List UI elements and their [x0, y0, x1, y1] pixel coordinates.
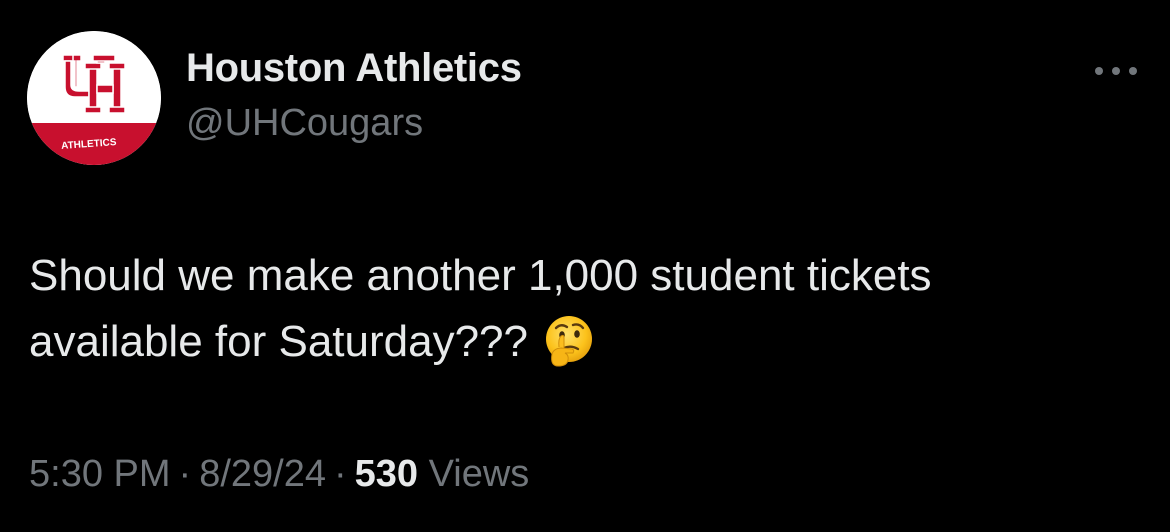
views-count[interactable]: 530: [355, 453, 418, 495]
tweet-text-line: available for Saturday???: [29, 309, 1129, 375]
user-handle[interactable]: @UHCougars: [186, 102, 423, 145]
tweet-date[interactable]: 8/29/24: [199, 453, 326, 495]
tweet-time[interactable]: 5:30 PM: [29, 453, 171, 495]
tweet-metadata: 5:30 PM · 8/29/24 · 530 Views: [29, 453, 529, 496]
tweet-text-line: Should we make another 1,000 student tic…: [29, 251, 932, 300]
display-name[interactable]: Houston Athletics: [186, 46, 522, 91]
avatar[interactable]: ATHLETICS: [27, 31, 161, 165]
views-label[interactable]: Views: [429, 453, 530, 495]
tweet-text-line-content: available for Saturday???: [29, 317, 528, 366]
tweet-card: ATHLETICS Houston Athletics @UHCougars S…: [0, 0, 1170, 532]
uh-athletics-logo-icon: ATHLETICS: [27, 31, 161, 165]
ellipsis-icon: [1095, 67, 1137, 75]
more-options-button[interactable]: [1090, 56, 1142, 86]
tweet-text: Should we make another 1,000 student tic…: [29, 243, 1129, 375]
separator: ·: [178, 453, 192, 495]
separator: ·: [333, 453, 347, 495]
thinking-face-icon: [542, 314, 596, 368]
